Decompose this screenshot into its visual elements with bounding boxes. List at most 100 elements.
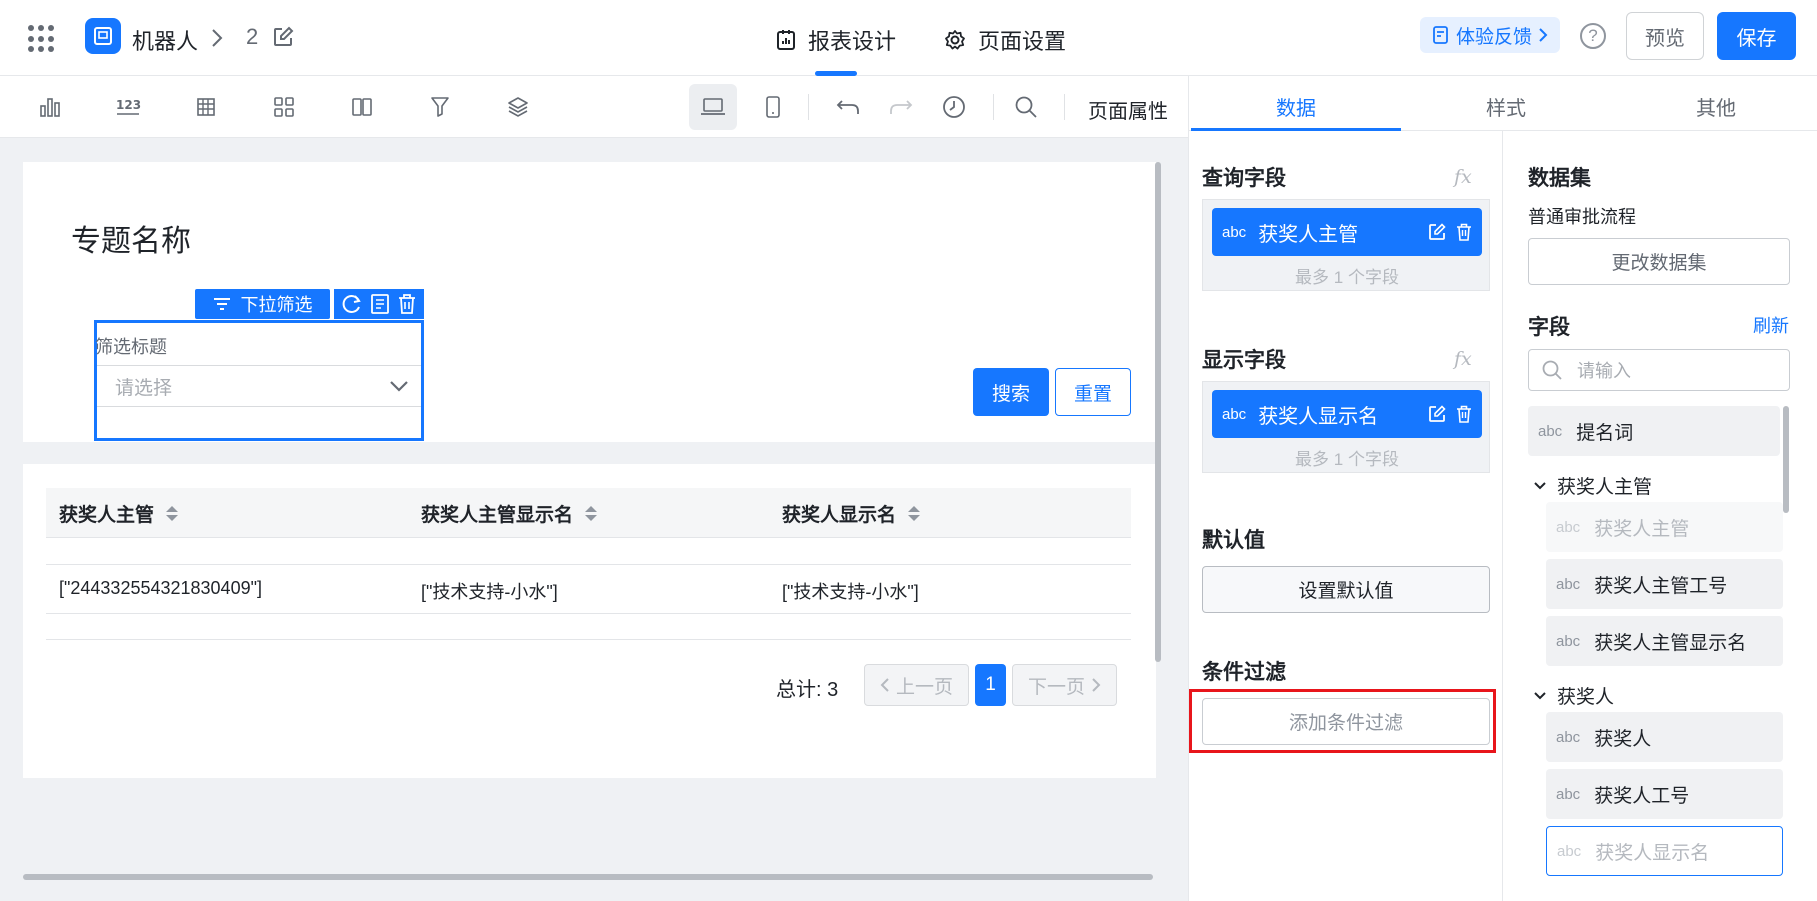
grid-icon[interactable]: [269, 92, 299, 122]
table-cell: ["技术支持-小水"]: [782, 582, 919, 602]
field-label: 获奖人显示名: [1258, 405, 1379, 428]
search-icon[interactable]: [1011, 92, 1041, 122]
next-page-button[interactable]: 下一页: [1012, 664, 1117, 706]
display-fields-hint: 最多 1 个字段: [1295, 450, 1399, 469]
set-default-value-button[interactable]: 设置默认值: [1202, 566, 1490, 613]
delete-icon[interactable]: [397, 293, 417, 315]
field-group-label: 获奖人: [1557, 687, 1615, 708]
next-page-label: 下一页: [1027, 676, 1085, 698]
field-group-supervisor[interactable]: 获奖人主管: [1533, 472, 1652, 499]
fields-search-input[interactable]: 请输入: [1528, 349, 1790, 391]
tab-data[interactable]: 数据: [1191, 92, 1401, 121]
dropdown-filter-tag[interactable]: 下拉筛选: [195, 289, 330, 319]
field-item[interactable]: abc 获奖人主管显示名: [1546, 616, 1783, 666]
reset-button[interactable]: 重置: [1055, 368, 1131, 416]
tab-other[interactable]: 其他: [1611, 92, 1817, 121]
pagination-total: 总计: 3: [776, 679, 839, 701]
column-header-label: 获奖人主管: [59, 505, 155, 526]
query-field-chip[interactable]: abc 获奖人主管: [1212, 208, 1482, 256]
feedback-label: 体验反馈: [1455, 26, 1532, 48]
column-header-supervisor[interactable]: 获奖人主管: [59, 500, 179, 527]
query-fields-title: 查询字段: [1202, 167, 1286, 190]
field-item[interactable]: abc 提名词: [1528, 406, 1780, 456]
field-item-label: 获奖人主管: [1594, 518, 1690, 540]
search-button[interactable]: 搜索: [973, 368, 1049, 416]
query-fields-dropzone[interactable]: abc 获奖人主管 最多 1 个字段: [1202, 199, 1490, 291]
fields-scrollbar[interactable]: [1783, 406, 1789, 513]
redo-icon[interactable]: [886, 92, 916, 122]
field-item-label: 获奖人主管工号: [1594, 575, 1728, 597]
dropdown-filter-widget[interactable]: 筛选标题 请选择: [94, 320, 424, 441]
formula-icon[interactable]: fx: [1454, 166, 1472, 188]
columns-icon[interactable]: [347, 92, 377, 122]
field-type-label: abc: [1556, 575, 1581, 593]
change-dataset-button[interactable]: 更改数据集: [1528, 238, 1790, 285]
filter-icon[interactable]: [425, 92, 455, 122]
refresh-fields-button[interactable]: 刷新: [1753, 312, 1789, 338]
condition-filter-title: 条件过滤: [1202, 661, 1286, 684]
number-icon[interactable]: 123: [113, 92, 143, 122]
field-item[interactable]: abc 获奖人主管: [1546, 502, 1783, 552]
refresh-icon[interactable]: [341, 293, 363, 315]
edit-icon[interactable]: [1428, 223, 1446, 241]
app-grid-icon[interactable]: [28, 25, 56, 53]
edit-icon[interactable]: [1428, 405, 1446, 423]
property-panel: 数据 样式 其他 查询字段 fx abc 获奖人主管 最多 1 个字段 显示字段…: [1188, 76, 1817, 901]
field-item-label: 获奖人主管显示名: [1594, 632, 1747, 654]
filter-select[interactable]: 请选择: [97, 365, 421, 407]
breadcrumb-app-name[interactable]: 机器人: [132, 24, 198, 56]
column-header-winner-display-name[interactable]: 获奖人显示名: [782, 500, 921, 527]
formula-icon[interactable]: fx: [1454, 348, 1472, 370]
chevron-right-icon: [1091, 677, 1101, 693]
display-fields-dropzone[interactable]: abc 获奖人显示名 最多 1 个字段: [1202, 381, 1490, 473]
filter-card: 专题名称 下拉筛选 筛选标题 请选择 搜索 重置: [23, 162, 1156, 442]
layers-icon[interactable]: [503, 92, 533, 122]
filter-widget-actions: [334, 289, 424, 319]
copy-icon[interactable]: [369, 293, 391, 315]
tab-report-design[interactable]: 报表设计: [776, 24, 896, 56]
filter-select-placeholder: 请选择: [115, 377, 173, 399]
desktop-icon[interactable]: [698, 92, 728, 122]
field-group-winner[interactable]: 获奖人: [1533, 682, 1614, 709]
display-field-chip[interactable]: abc 获奖人显示名: [1212, 390, 1482, 438]
field-type-label: abc: [1556, 632, 1581, 650]
prev-page-button[interactable]: 上一页: [864, 664, 969, 706]
undo-icon[interactable]: [833, 92, 863, 122]
tab-page-settings[interactable]: 页面设置: [944, 24, 1066, 56]
report-icon: [776, 29, 796, 51]
sort-icon[interactable]: [166, 506, 179, 521]
preview-button[interactable]: 预览: [1626, 12, 1704, 60]
field-item[interactable]: abc 获奖人主管工号: [1546, 559, 1783, 609]
history-icon[interactable]: [939, 92, 969, 122]
toolbar-divider: [1064, 94, 1065, 120]
page-properties-button[interactable]: 页面属性: [1088, 95, 1168, 124]
chevron-right-icon: [1538, 27, 1548, 43]
chevron-left-icon: [880, 677, 890, 693]
save-button[interactable]: 保存: [1717, 12, 1796, 60]
mobile-icon[interactable]: [758, 92, 788, 122]
bar-chart-icon[interactable]: [35, 92, 65, 122]
chevron-right-icon: [210, 27, 224, 49]
search-icon: [1541, 359, 1563, 381]
sort-icon[interactable]: [908, 506, 921, 521]
field-item[interactable]: abc 获奖人显示名: [1546, 826, 1783, 876]
row-divider: [46, 613, 1131, 614]
field-item[interactable]: abc 获奖人工号: [1546, 769, 1783, 819]
delete-icon[interactable]: [1456, 405, 1472, 423]
tab-style[interactable]: 样式: [1401, 92, 1611, 121]
sort-icon[interactable]: [585, 506, 598, 521]
field-type-label: abc: [1557, 842, 1582, 860]
feedback-button[interactable]: 体验反馈: [1420, 17, 1560, 53]
horizontal-scrollbar[interactable]: [23, 874, 1153, 880]
edit-icon[interactable]: [272, 26, 294, 48]
help-icon[interactable]: ?: [1580, 23, 1606, 49]
table-icon[interactable]: [191, 92, 221, 122]
field-item[interactable]: abc 获奖人: [1546, 712, 1783, 762]
current-page-button[interactable]: 1: [975, 664, 1006, 706]
panel-tabs: 数据 样式 其他: [1189, 76, 1817, 131]
query-fields-hint: 最多 1 个字段: [1295, 268, 1399, 287]
delete-icon[interactable]: [1456, 223, 1472, 241]
component-toolbar: 123 页面属性: [0, 76, 1188, 138]
vertical-scrollbar[interactable]: [1155, 162, 1161, 662]
column-header-supervisor-display-name[interactable]: 获奖人主管显示名: [421, 500, 598, 527]
